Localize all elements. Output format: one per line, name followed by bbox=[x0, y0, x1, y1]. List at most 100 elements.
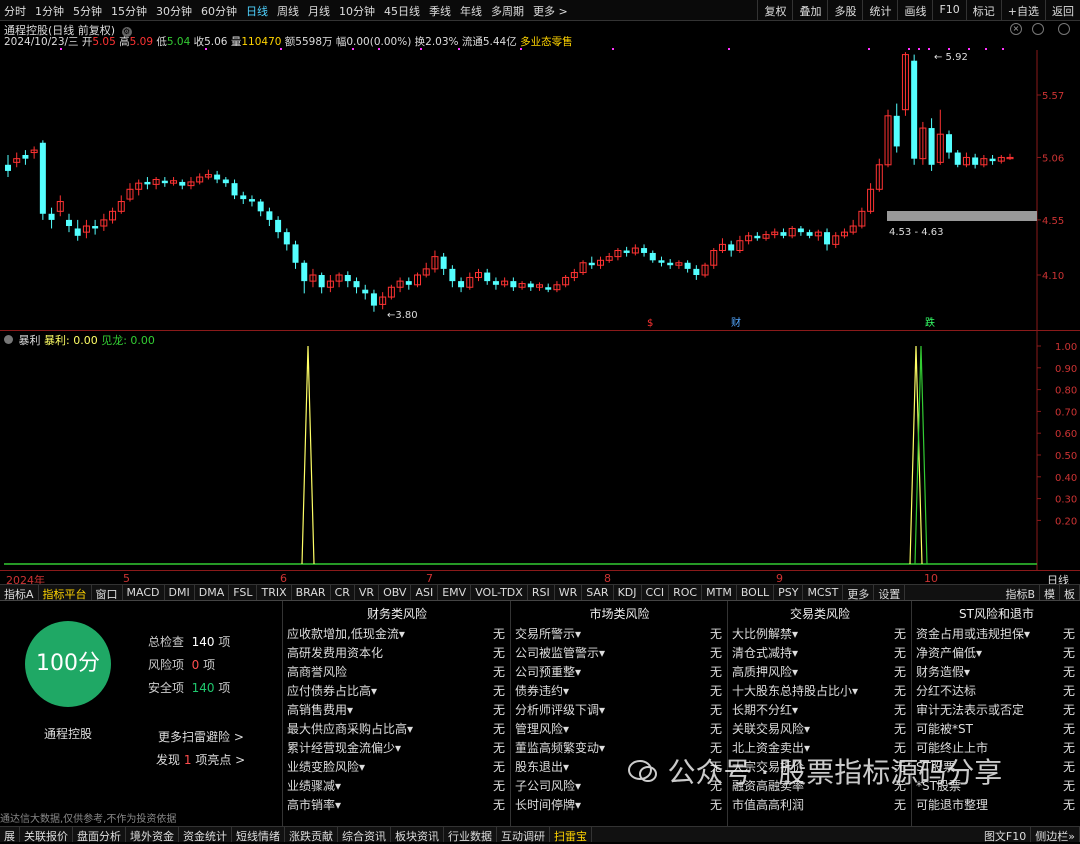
period-tab[interactable]: 日线 bbox=[246, 3, 268, 19]
indicator-tab[interactable]: MTM bbox=[702, 585, 737, 600]
period-tab[interactable]: 季线 bbox=[429, 3, 451, 19]
toolbar-button[interactable]: 复权 bbox=[757, 0, 792, 20]
indicator-tab[interactable]: 指标A bbox=[0, 585, 39, 601]
risk-item[interactable]: 分红不达标 无 bbox=[916, 682, 1075, 701]
risk-item[interactable]: 业绩骤减▾ 无 bbox=[287, 777, 505, 796]
risk-item[interactable]: 公司预重整▾ 无 bbox=[515, 663, 722, 682]
toolbar-button[interactable]: 画线 bbox=[897, 0, 932, 20]
risk-item[interactable]: 可能退市整理 无 bbox=[916, 796, 1075, 815]
risk-item[interactable]: 分析师评级下调▾ 无 bbox=[515, 701, 722, 720]
risk-item[interactable]: 净资产偏低▾ 无 bbox=[916, 644, 1075, 663]
risk-item[interactable]: 清仓式减持▾ 无 bbox=[732, 644, 906, 663]
indicator-tab[interactable]: OBV bbox=[379, 585, 412, 600]
bottom-tab-right[interactable]: 侧边栏» bbox=[1031, 827, 1080, 843]
risk-item[interactable]: 累计经营现金流偏少▾ 无 bbox=[287, 739, 505, 758]
indicator-tab[interactable]: WR bbox=[555, 585, 583, 600]
indicator-tab-right[interactable]: 模 bbox=[1040, 585, 1060, 601]
toolbar-button[interactable]: 叠加 bbox=[792, 0, 827, 20]
risk-item[interactable]: 可能被*ST 无 bbox=[916, 720, 1075, 739]
period-tab[interactable]: 10分钟 bbox=[339, 3, 375, 19]
bottom-tab[interactable]: 境外资金 bbox=[126, 827, 179, 843]
bottom-tab[interactable]: 行业数据 bbox=[444, 827, 497, 843]
risk-item[interactable]: 市值高高利润 无 bbox=[732, 796, 906, 815]
toolbar-button[interactable]: F10 bbox=[932, 0, 965, 20]
risk-item[interactable]: 高研发费用资本化 无 bbox=[287, 644, 505, 663]
risk-item[interactable]: 长期不分红▾ 无 bbox=[732, 701, 906, 720]
indicator-tab[interactable]: ASI bbox=[411, 585, 439, 600]
risk-item[interactable]: 公司被监管警示▾ 无 bbox=[515, 644, 722, 663]
risk-item[interactable]: 高商誉风险 无 bbox=[287, 663, 505, 682]
kline-chart[interactable]: 通程控股(日线 前复权) ⚙ 2024/10/23/三 开5.05 高5.09 … bbox=[0, 20, 1080, 330]
indicator-tab[interactable]: ROC bbox=[669, 585, 703, 600]
risk-item[interactable]: 业绩变脸风险▾ 无 bbox=[287, 758, 505, 777]
bottom-tab[interactable]: 扫雷宝 bbox=[550, 827, 592, 843]
bottom-tab[interactable]: 互动调研 bbox=[497, 827, 550, 843]
indicator-tab-right[interactable]: 指标B bbox=[1001, 585, 1040, 601]
risk-item[interactable]: 债券违约▾ 无 bbox=[515, 682, 722, 701]
toolbar-button[interactable]: 多股 bbox=[827, 0, 862, 20]
risk-item[interactable]: 财务造假▾ 无 bbox=[916, 663, 1075, 682]
indicator-tab[interactable]: RSI bbox=[528, 585, 555, 600]
period-tab[interactable]: 30分钟 bbox=[156, 3, 192, 19]
indicator-tab[interactable]: SAR bbox=[582, 585, 614, 600]
bottom-tab[interactable]: 板块资讯 bbox=[391, 827, 444, 843]
risk-item[interactable]: 资金占用或违规担保▾ 无 bbox=[916, 625, 1075, 644]
indicator-tab[interactable]: MACD bbox=[123, 585, 165, 600]
period-tab[interactable]: 多周期 bbox=[491, 3, 524, 19]
bottom-tab[interactable]: 盘面分析 bbox=[73, 827, 126, 843]
indicator-tab[interactable]: 指标平台 bbox=[39, 585, 92, 601]
more-scan-link[interactable]: 更多扫雷避险 > bbox=[158, 728, 244, 745]
risk-item[interactable]: 高销售费用▾ 无 bbox=[287, 701, 505, 720]
period-tab[interactable]: 月线 bbox=[308, 3, 330, 19]
risk-item[interactable]: 高质押风险▾ 无 bbox=[732, 663, 906, 682]
period-tab[interactable]: 5分钟 bbox=[73, 3, 102, 19]
indicator-tab[interactable]: MCST bbox=[803, 585, 844, 600]
risk-item[interactable]: 关联交易风险▾ 无 bbox=[732, 720, 906, 739]
bottom-tab[interactable]: 短线情绪 bbox=[232, 827, 285, 843]
indicator-tab[interactable]: 设置 bbox=[874, 585, 906, 601]
indicator-tab[interactable]: CCI bbox=[642, 585, 670, 600]
risk-item[interactable]: 应收款增加,低现金流▾ 无 bbox=[287, 625, 505, 644]
toolbar-button[interactable]: 返回 bbox=[1045, 0, 1080, 20]
highlights-link[interactable]: 发现 1 项亮点 > bbox=[156, 751, 245, 768]
risk-item[interactable]: 交易所警示▾ 无 bbox=[515, 625, 722, 644]
bottom-tab[interactable]: 涨跌贡献 bbox=[285, 827, 338, 843]
period-tab[interactable]: 周线 bbox=[277, 3, 299, 19]
indicator-tab[interactable]: FSL bbox=[229, 585, 258, 600]
indicator-tab[interactable]: BOLL bbox=[737, 585, 775, 600]
toolbar-button[interactable]: 标记 bbox=[965, 0, 1001, 20]
indicator-tab[interactable]: VR bbox=[355, 585, 380, 600]
risk-item[interactable]: 管理风险▾ 无 bbox=[515, 720, 722, 739]
indicator-tab[interactable]: 更多 bbox=[843, 585, 875, 601]
indicator-tab[interactable]: 窗口 bbox=[92, 585, 123, 601]
indicator-tab[interactable]: DMI bbox=[165, 585, 195, 600]
indicator-tab[interactable]: KDJ bbox=[614, 585, 642, 600]
indicator-tab[interactable]: EMV bbox=[438, 585, 472, 600]
bottom-tab-right[interactable]: 图文F10 bbox=[980, 827, 1032, 843]
indicator-tab[interactable]: BRAR bbox=[292, 585, 331, 600]
bottom-tab[interactable]: 综合资讯 bbox=[338, 827, 391, 843]
risk-item[interactable]: 大比例解禁▾ 无 bbox=[732, 625, 906, 644]
bottom-tab[interactable]: 关联报价 bbox=[20, 827, 73, 843]
indicator-tab[interactable]: VOL-TDX bbox=[471, 585, 528, 600]
period-tab[interactable]: 分时 bbox=[4, 3, 26, 19]
indicator-panel[interactable]: 暴利 暴利: 0.00 见龙: 0.00 1.00 0.90 0.80 0.70 0.6… bbox=[0, 330, 1080, 570]
indicator-tab[interactable]: CR bbox=[331, 585, 355, 600]
indicator-tab[interactable]: DMA bbox=[195, 585, 230, 600]
indicator-tab[interactable]: PSY bbox=[774, 585, 804, 600]
toolbar-button[interactable]: 统计 bbox=[862, 0, 897, 20]
bottom-tab[interactable]: 资金统计 bbox=[179, 827, 232, 843]
risk-item[interactable]: 十大股东总持股占比小▾ 无 bbox=[732, 682, 906, 701]
period-tab[interactable]: 1分钟 bbox=[35, 3, 64, 19]
risk-item[interactable]: 高市销率▾ 无 bbox=[287, 796, 505, 815]
risk-item[interactable]: 最大供应商采购占比高▾ 无 bbox=[287, 720, 505, 739]
period-tab[interactable]: 45日线 bbox=[384, 3, 420, 19]
period-tab[interactable]: 更多 > bbox=[533, 3, 568, 19]
period-tab[interactable]: 15分钟 bbox=[111, 3, 147, 19]
toolbar-button[interactable]: +自选 bbox=[1000, 0, 1045, 20]
period-tab[interactable]: 60分钟 bbox=[201, 3, 237, 19]
risk-item[interactable]: 应付债券占比高▾ 无 bbox=[287, 682, 505, 701]
indicator-tab[interactable]: TRIX bbox=[257, 585, 292, 600]
bottom-tab[interactable]: 展 bbox=[0, 827, 20, 843]
risk-item[interactable]: 审计无法表示或否定 无 bbox=[916, 701, 1075, 720]
